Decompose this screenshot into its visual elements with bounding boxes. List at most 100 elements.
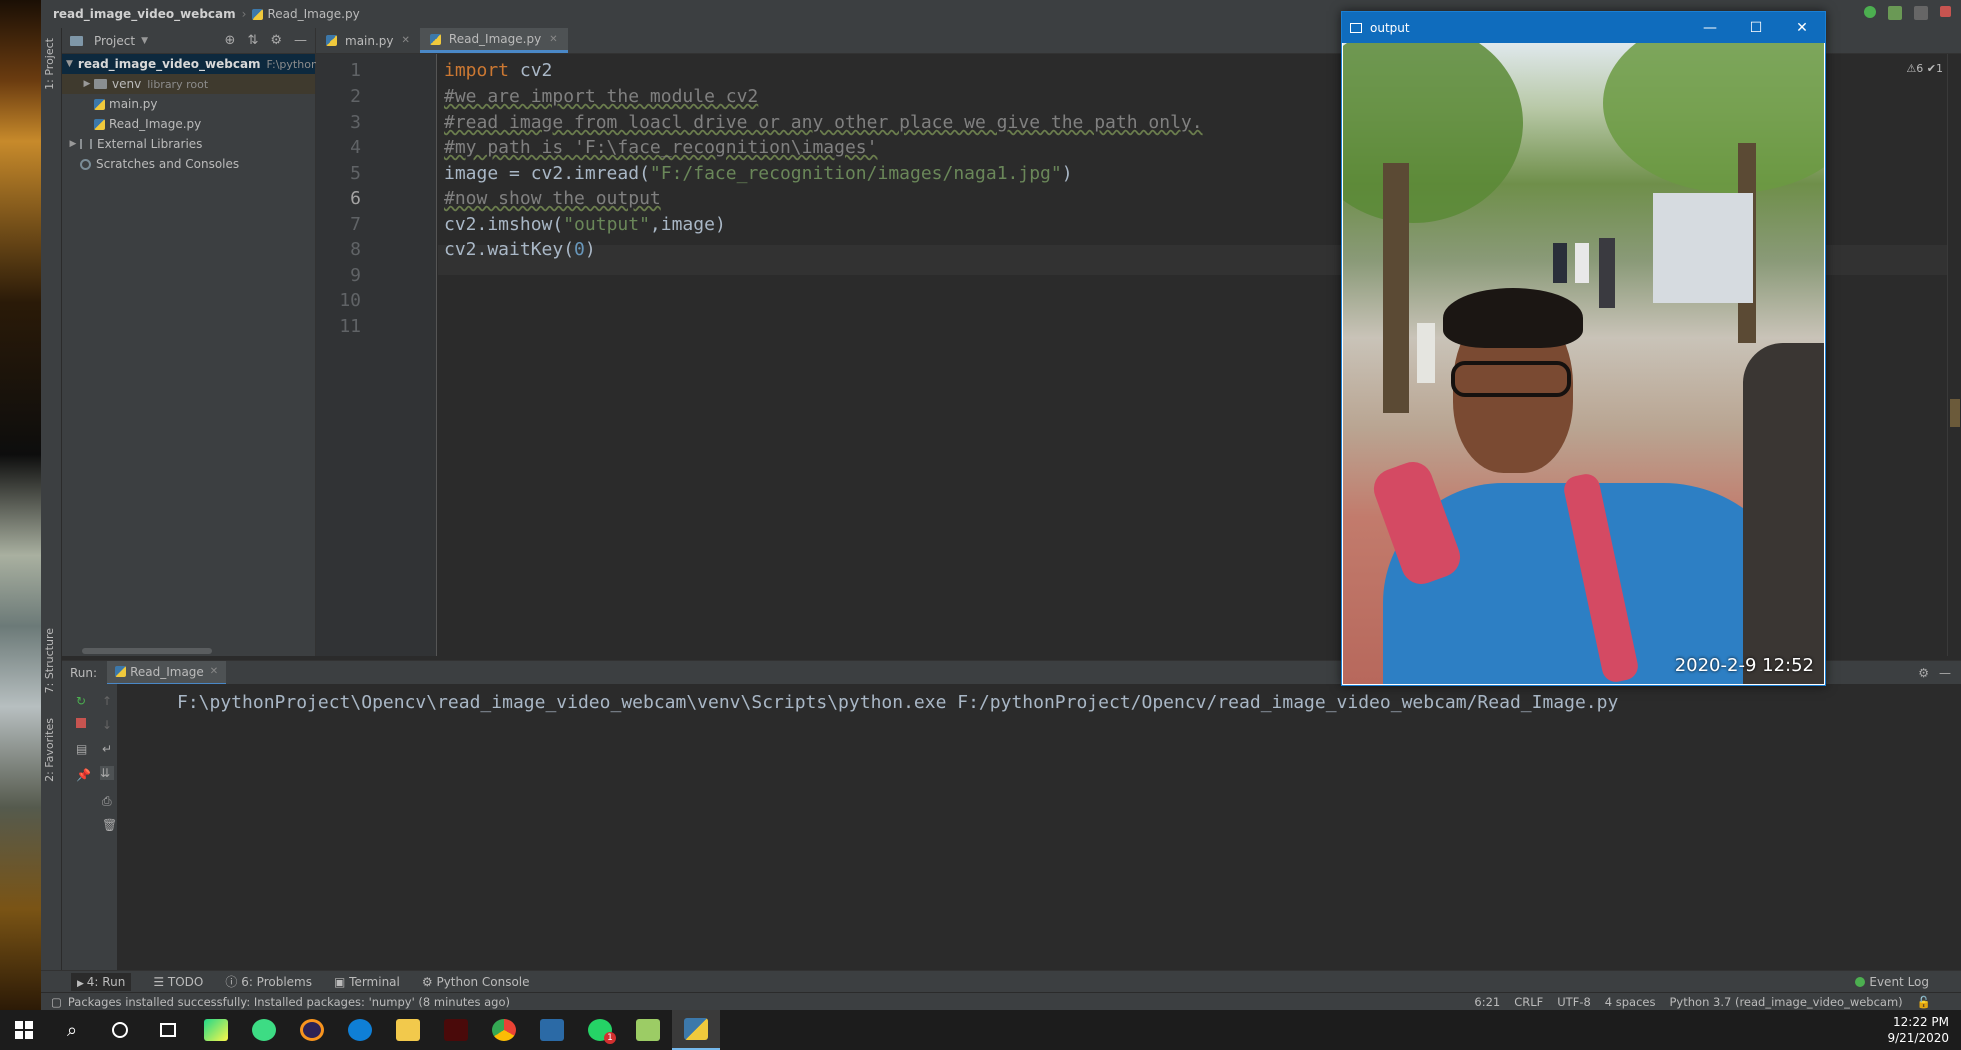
edge-taskbar-icon[interactable] bbox=[336, 1010, 384, 1050]
eclipse-taskbar-icon[interactable] bbox=[288, 1010, 336, 1050]
project-tool-tab[interactable]: 1: Project bbox=[43, 38, 56, 90]
whatsapp-taskbar-icon[interactable]: 1 bbox=[576, 1010, 624, 1050]
gear-icon[interactable]: ⚙ bbox=[270, 33, 282, 48]
notepad-plus-icon[interactable] bbox=[624, 1010, 672, 1050]
favorites-tool-tab[interactable]: 2: Favorites bbox=[43, 718, 56, 782]
tree-item-external-libraries[interactable]: ▶ External Libraries bbox=[62, 134, 315, 154]
python-file-icon bbox=[115, 666, 127, 677]
indent-setting[interactable]: 4 spaces bbox=[1605, 995, 1656, 1009]
code-line-4[interactable]: #my path is 'F:\face_recognition\images' bbox=[444, 137, 877, 158]
play-icon: ▶ bbox=[77, 978, 87, 989]
status-icon: ▢ bbox=[51, 994, 62, 1009]
line-number: 10 bbox=[339, 290, 361, 311]
lock-icon[interactable]: 🔓 bbox=[1917, 995, 1931, 1009]
breadcrumb-project[interactable]: read_image_video_webcam bbox=[53, 7, 236, 21]
pycharm-taskbar-icon[interactable] bbox=[192, 1010, 240, 1050]
tree-item-read-image-py[interactable]: Read_Image.py bbox=[62, 114, 315, 134]
system-clock[interactable]: 12:22 PM 9/21/2020 bbox=[1887, 1014, 1961, 1046]
hide-icon[interactable]: — bbox=[1939, 666, 1951, 680]
project-view-selector[interactable]: Project bbox=[94, 34, 135, 48]
cortana-icon[interactable] bbox=[96, 1010, 144, 1050]
chrome-taskbar-icon[interactable] bbox=[480, 1010, 528, 1050]
run-console[interactable]: F:\pythonProject\Opencv\read_image_video… bbox=[117, 684, 1961, 970]
line-number: 8 bbox=[350, 239, 361, 260]
trash-icon[interactable]: 🗑 bbox=[102, 818, 117, 832]
close-icon[interactable]: ✕ bbox=[210, 666, 218, 677]
scroll-to-end-icon[interactable]: ⇊ bbox=[100, 766, 114, 780]
tree-item-main-py[interactable]: main.py bbox=[62, 94, 315, 114]
chevron-down-icon[interactable]: ▼ bbox=[66, 59, 73, 69]
code-line-6[interactable]: #now show the output bbox=[444, 188, 661, 209]
tab-main-py[interactable]: main.py ✕ bbox=[316, 28, 420, 53]
stop-icon[interactable] bbox=[1940, 6, 1951, 17]
tree-item-scratches[interactable]: Scratches and Consoles bbox=[62, 154, 315, 174]
breadcrumb-separator: › bbox=[241, 7, 247, 21]
search-icon[interactable]: ⌕ bbox=[48, 1010, 96, 1050]
tab-terminal[interactable]: ▣ Terminal bbox=[334, 975, 400, 989]
tree-root-label: read_image_video_webcam bbox=[77, 57, 261, 71]
chevron-right-icon[interactable]: ▶ bbox=[80, 79, 94, 89]
tab-python-console[interactable]: ⚙ Python Console bbox=[422, 975, 530, 989]
close-icon[interactable]: ✕ bbox=[549, 34, 557, 45]
tab-run[interactable]: ▶ 4: Run bbox=[71, 972, 132, 991]
stop-icon[interactable] bbox=[76, 718, 86, 728]
inspection-widget[interactable]: ⚠6 ✔1 bbox=[1906, 62, 1943, 75]
chevron-down-icon[interactable]: ▼ bbox=[141, 36, 148, 46]
soft-wrap-icon[interactable]: ↵ bbox=[102, 742, 116, 756]
tab-todo[interactable]: ☰ TODO bbox=[153, 975, 203, 989]
minimize-icon[interactable]: — bbox=[1687, 20, 1733, 36]
caret-position[interactable]: 6:21 bbox=[1474, 995, 1500, 1009]
vscode-taskbar-icon[interactable] bbox=[528, 1010, 576, 1050]
rerun-icon[interactable] bbox=[1864, 6, 1876, 18]
tree-item-venv[interactable]: ▶ venv library root bbox=[62, 74, 315, 94]
tree-item-label: External Libraries bbox=[97, 137, 203, 151]
code-line-1[interactable]: import cv2 bbox=[444, 60, 552, 81]
down-arrow-icon[interactable]: ↓ bbox=[102, 718, 116, 732]
up-arrow-icon[interactable]: ↑ bbox=[102, 694, 116, 708]
close-icon[interactable]: ✕ bbox=[402, 35, 410, 46]
rerun-icon[interactable]: ↻ bbox=[76, 694, 90, 708]
clock-date: 9/21/2020 bbox=[1887, 1031, 1949, 1045]
hide-icon[interactable]: — bbox=[294, 33, 307, 48]
code-line-7[interactable]: cv2.imshow("output",image) bbox=[444, 214, 726, 235]
horizontal-scrollbar[interactable] bbox=[82, 648, 212, 654]
line-separator[interactable]: CRLF bbox=[1514, 995, 1543, 1009]
start-button[interactable] bbox=[0, 1010, 48, 1050]
structure-tool-tab[interactable]: 7: Structure bbox=[43, 628, 56, 693]
breadcrumb-file[interactable]: Read_Image.py bbox=[267, 7, 359, 21]
debug-icon[interactable] bbox=[1888, 6, 1902, 20]
maximize-icon[interactable]: ☐ bbox=[1733, 20, 1779, 36]
tree-root-project[interactable]: ▼ read_image_video_webcam F:\pythonI bbox=[62, 54, 321, 74]
close-icon[interactable]: ✕ bbox=[1779, 20, 1825, 36]
collapse-all-icon[interactable]: ⇅ bbox=[247, 33, 258, 48]
opencv-output-window[interactable]: output — ☐ ✕ 2020-2-9 12:52 bbox=[1341, 11, 1826, 686]
maps-taskbar-icon[interactable] bbox=[240, 1010, 288, 1050]
terminal-icon: ▣ bbox=[334, 974, 350, 989]
layout-icon[interactable]: ▤ bbox=[76, 742, 90, 756]
output-window-titlebar[interactable]: output — ☐ ✕ bbox=[1342, 12, 1825, 43]
coverage-icon[interactable] bbox=[1914, 6, 1928, 20]
file-encoding[interactable]: UTF-8 bbox=[1557, 995, 1591, 1009]
locate-icon[interactable]: ⊕ bbox=[225, 33, 236, 48]
predator-sense-icon[interactable] bbox=[432, 1010, 480, 1050]
python-interpreter[interactable]: Python 3.7 (read_image_video_webcam) bbox=[1670, 995, 1903, 1009]
tab-read-image-py[interactable]: Read_Image.py ✕ bbox=[419, 28, 568, 53]
file-explorer-icon[interactable] bbox=[384, 1010, 432, 1050]
pin-icon[interactable]: 📌 bbox=[76, 768, 91, 782]
print-icon[interactable]: ⎙ bbox=[102, 794, 116, 808]
editor-scrollbar[interactable] bbox=[1947, 54, 1961, 656]
left-tool-stripe: 1: Project 7: Structure 2: Favorites bbox=[41, 28, 62, 970]
status-message[interactable]: Packages installed successfully: Install… bbox=[68, 995, 510, 1009]
code-line-2[interactable]: #we are import the module cv2 bbox=[444, 86, 758, 107]
code-line-8[interactable]: cv2.waitKey(0) bbox=[444, 239, 596, 260]
python-taskbar-icon[interactable] bbox=[672, 1010, 720, 1050]
python-file-icon bbox=[326, 35, 337, 46]
task-view-icon[interactable] bbox=[144, 1010, 192, 1050]
chevron-right-icon[interactable]: ▶ bbox=[66, 139, 80, 149]
code-line-3[interactable]: #read image from loacl drive or any othe… bbox=[444, 112, 1203, 133]
run-tab-read-image[interactable]: Read_Image ✕ bbox=[107, 660, 227, 685]
code-line-5[interactable]: image = cv2.imread("F:/face_recognition/… bbox=[444, 163, 1073, 184]
event-log-button[interactable]: Event Log bbox=[1855, 975, 1929, 989]
tab-problems[interactable]: ⓘ 6: Problems bbox=[225, 973, 312, 990]
gear-icon[interactable]: ⚙ bbox=[1918, 666, 1929, 680]
